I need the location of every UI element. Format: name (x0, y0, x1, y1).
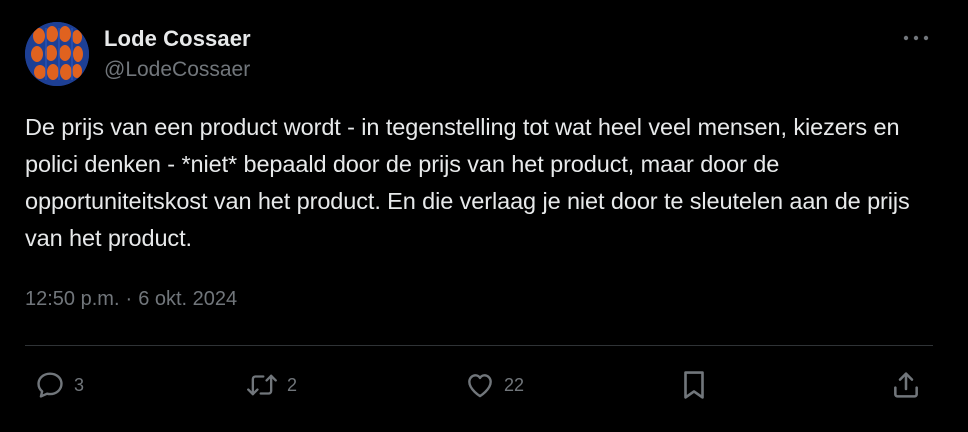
tweet-date[interactable]: 6 okt. 2024 (138, 288, 237, 311)
repost-icon (247, 374, 277, 396)
heart-icon (468, 374, 492, 398)
repost-count: 2 (287, 374, 298, 395)
reply-button[interactable]: 3 (34, 363, 84, 407)
more-options-button[interactable] (896, 24, 936, 52)
repost-button[interactable]: 2 (245, 363, 297, 407)
share-icon (894, 372, 918, 398)
tweet-card: Lode Cossaer @LodeCossaer De prijs van e… (0, 0, 968, 432)
tweet-time[interactable]: 12:50 p.m. (25, 288, 120, 311)
bookmark-icon (684, 371, 704, 399)
avatar[interactable] (25, 22, 89, 86)
action-bar: 3 2 22 (0, 363, 968, 407)
reply-icon (37, 372, 63, 398)
more-dots-icon (903, 35, 929, 41)
like-button[interactable]: 22 (464, 363, 524, 407)
like-count: 22 (504, 374, 525, 395)
divider (25, 345, 933, 346)
avatar-image (25, 22, 89, 86)
reply-count: 3 (74, 374, 85, 395)
tweet-timestamp: 12:50 p.m. · 6 okt. 2024 (25, 288, 237, 311)
share-button[interactable] (890, 363, 922, 407)
timestamp-separator: · (125, 288, 133, 310)
author-name[interactable]: Lode Cossaer (104, 26, 251, 52)
bookmark-button[interactable] (678, 363, 710, 407)
author-handle[interactable]: @LodeCossaer (104, 58, 250, 82)
tweet-text: De prijs van een product wordt - in tege… (25, 114, 910, 251)
